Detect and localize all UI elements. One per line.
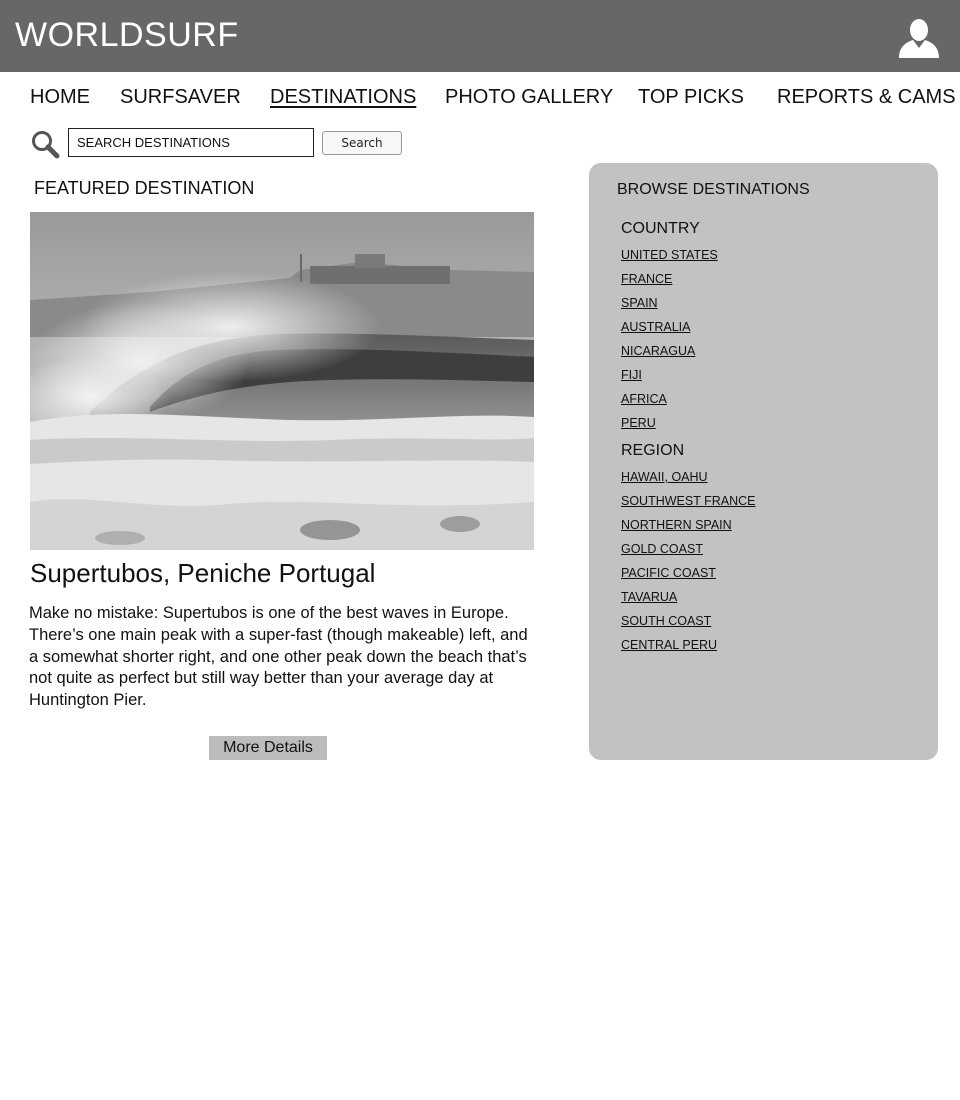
more-details-button[interactable]: More Details <box>209 736 327 760</box>
featured-heading: FEATURED DESTINATION <box>34 178 255 198</box>
region-link[interactable]: HAWAII, OAHU <box>621 470 708 484</box>
browse-title: BROWSE DESTINATIONS <box>617 181 810 198</box>
region-link[interactable]: GOLD COAST <box>621 542 703 556</box>
country-link[interactable]: PERU <box>621 416 656 430</box>
nav-reports-cams[interactable]: REPORTS & CAMS <box>777 86 956 109</box>
wave-photo <box>30 212 534 550</box>
search-button[interactable]: Search <box>322 131 402 155</box>
region-link[interactable]: SOUTHWEST FRANCE <box>621 494 756 508</box>
country-link[interactable]: FRANCE <box>621 272 672 286</box>
region-link[interactable]: TAVARUA <box>621 590 677 604</box>
destination-title: Supertubos, Peniche Portugal <box>30 558 376 588</box>
nav-home[interactable]: HOME <box>30 86 90 109</box>
browse-destinations-panel: BROWSE DESTINATIONS COUNTRY UNITED STATE… <box>589 163 938 760</box>
country-link[interactable]: SPAIN <box>621 296 658 310</box>
search-input[interactable]: SEARCH DESTINATIONS <box>68 128 314 157</box>
country-link[interactable]: NICARAGUA <box>621 344 695 358</box>
region-link[interactable]: SOUTH COAST <box>621 614 711 628</box>
nav-top-picks[interactable]: TOP PICKS <box>638 86 744 109</box>
region-link[interactable]: CENTRAL PERU <box>621 638 717 652</box>
user-icon[interactable] <box>897 18 941 58</box>
destination-description: Make no mistake: Supertubos is one of th… <box>29 604 528 710</box>
region-heading: REGION <box>621 442 685 459</box>
country-link[interactable]: AUSTRALIA <box>621 320 690 334</box>
country-link[interactable]: AFRICA <box>621 392 667 406</box>
country-link[interactable]: UNITED STATES <box>621 248 718 262</box>
region-link[interactable]: NORTHERN SPAIN <box>621 518 732 532</box>
site-header: WORLDSURF <box>0 0 960 72</box>
nav-photo-gallery[interactable]: PHOTO GALLERY <box>445 86 613 109</box>
region-link[interactable]: PACIFIC COAST <box>621 566 716 580</box>
nav-surfsaver[interactable]: SURFSAVER <box>120 86 241 109</box>
site-logo[interactable]: WORLDSURF <box>15 16 239 55</box>
nav-destinations[interactable]: DESTINATIONS <box>270 86 416 109</box>
country-heading: COUNTRY <box>621 220 700 237</box>
search-icon[interactable] <box>30 129 60 159</box>
country-link[interactable]: FIJI <box>621 368 642 382</box>
